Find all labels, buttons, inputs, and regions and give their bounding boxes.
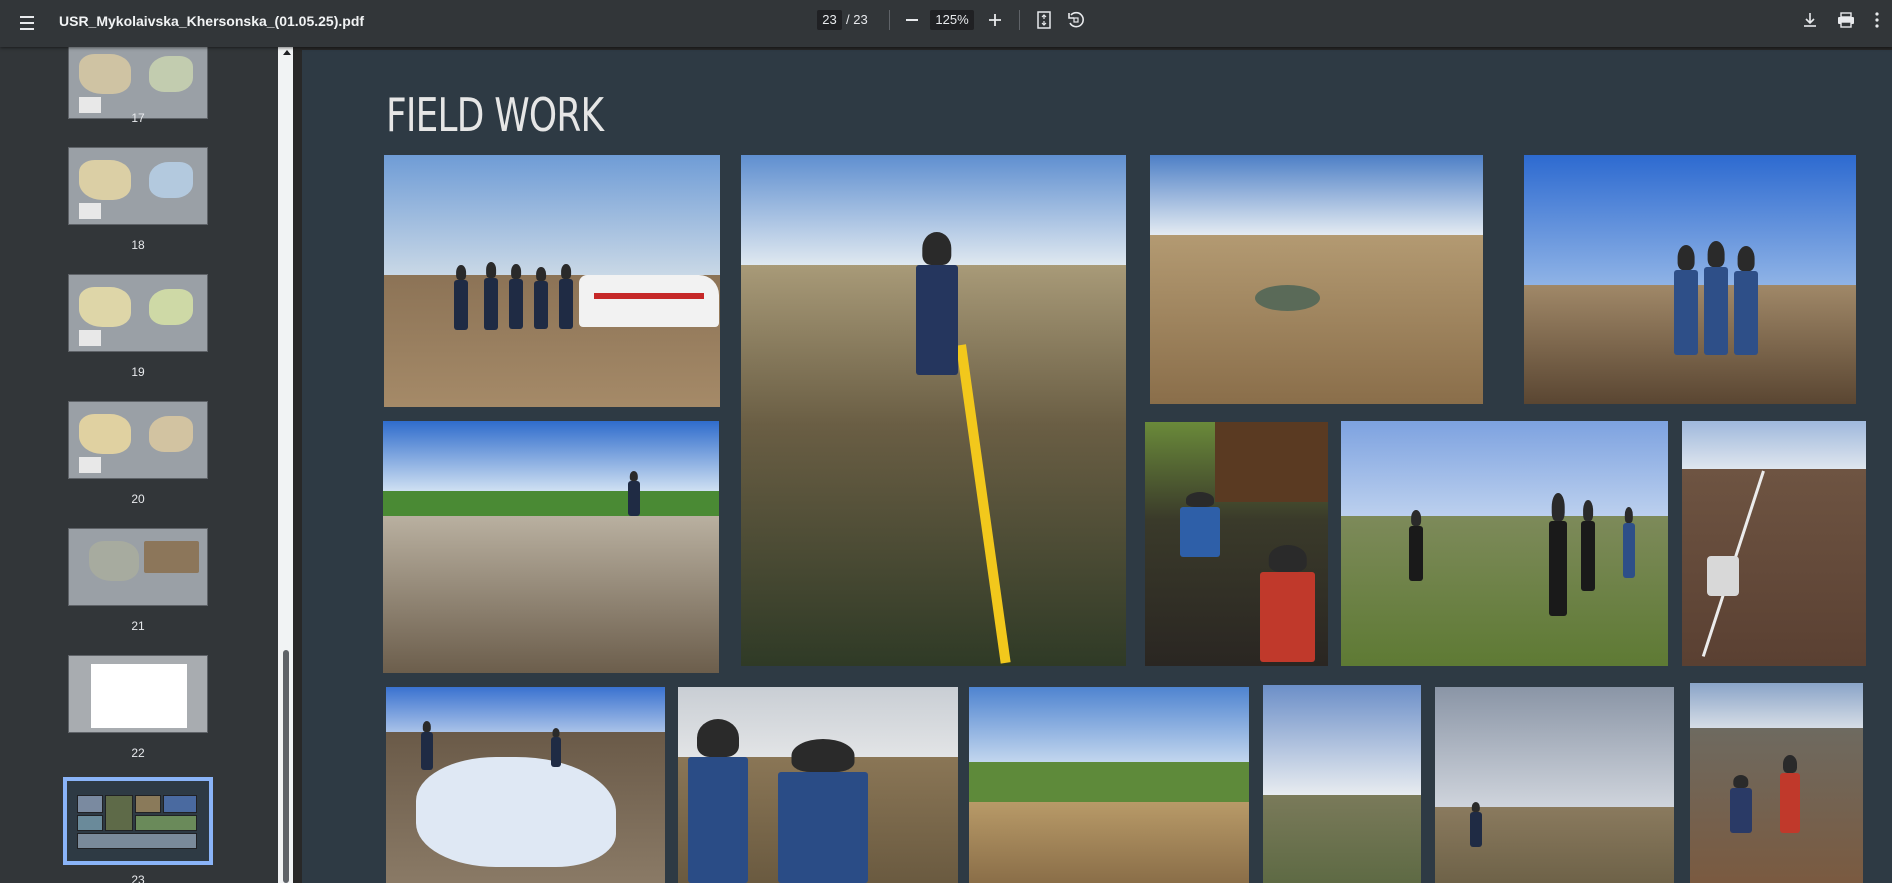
thumbnail-sidebar: 17 18 19 20 21 22 23 [0, 47, 284, 883]
page-thumbnail[interactable] [68, 47, 208, 119]
zoom-out-icon[interactable] [897, 5, 927, 35]
scroll-up-arrow-icon[interactable] [283, 50, 291, 55]
document-title: USR_Mykolaivska_Khersonska_(01.05.25).pd… [59, 13, 365, 29]
thumbnail-label: 23 [131, 873, 145, 883]
field-photo [1682, 421, 1866, 666]
menu-icon[interactable] [12, 8, 42, 38]
thumbnail-label: 17 [131, 111, 145, 125]
toolbar-divider [889, 10, 890, 30]
thumbnail-label: 19 [131, 365, 145, 379]
page-number-input[interactable]: 23 [817, 10, 842, 30]
zoom-input[interactable]: 125% [930, 10, 974, 30]
page-thumbnail[interactable] [68, 147, 208, 225]
fit-page-icon[interactable] [1029, 5, 1059, 35]
field-photo [1150, 155, 1483, 404]
field-photo [386, 687, 665, 883]
field-photo [383, 421, 719, 673]
field-photo [741, 155, 1126, 666]
field-photo [1145, 422, 1328, 666]
pdf-toolbar: USR_Mykolaivska_Khersonska_(01.05.25).pd… [0, 0, 1892, 47]
more-vert-icon[interactable] [1862, 5, 1892, 35]
page-thumbnail[interactable] [68, 274, 208, 352]
page-heading: FIELD WORK [386, 88, 604, 142]
field-photo [1524, 155, 1856, 404]
page-total: / 23 [846, 12, 868, 27]
zoom-in-icon[interactable] [980, 5, 1010, 35]
field-photo [384, 155, 720, 407]
page-thumbnail-selected[interactable] [63, 777, 213, 865]
thumbnail-label: 22 [131, 746, 145, 760]
field-photo [678, 687, 958, 883]
thumbnail-label: 21 [131, 619, 145, 633]
field-photo [1435, 687, 1674, 883]
page-thumbnail[interactable] [68, 655, 208, 733]
thumbnail-label: 18 [131, 238, 145, 252]
field-photo [1341, 421, 1668, 666]
pdf-page: FIELD WORK [302, 50, 1892, 883]
thumbnail-label: 20 [131, 492, 145, 506]
sidebar-scrollbar-thumb[interactable] [283, 650, 289, 883]
page-thumbnail[interactable] [68, 528, 208, 606]
field-photo [1263, 685, 1421, 883]
field-photo [969, 687, 1249, 883]
field-photo [1690, 683, 1863, 883]
download-icon[interactable] [1795, 5, 1825, 35]
toolbar-divider [1019, 10, 1020, 30]
print-icon[interactable] [1831, 5, 1861, 35]
pdf-viewer: FIELD WORK [293, 47, 1892, 883]
page-thumbnail[interactable] [68, 401, 208, 479]
rotate-icon[interactable] [1061, 5, 1091, 35]
